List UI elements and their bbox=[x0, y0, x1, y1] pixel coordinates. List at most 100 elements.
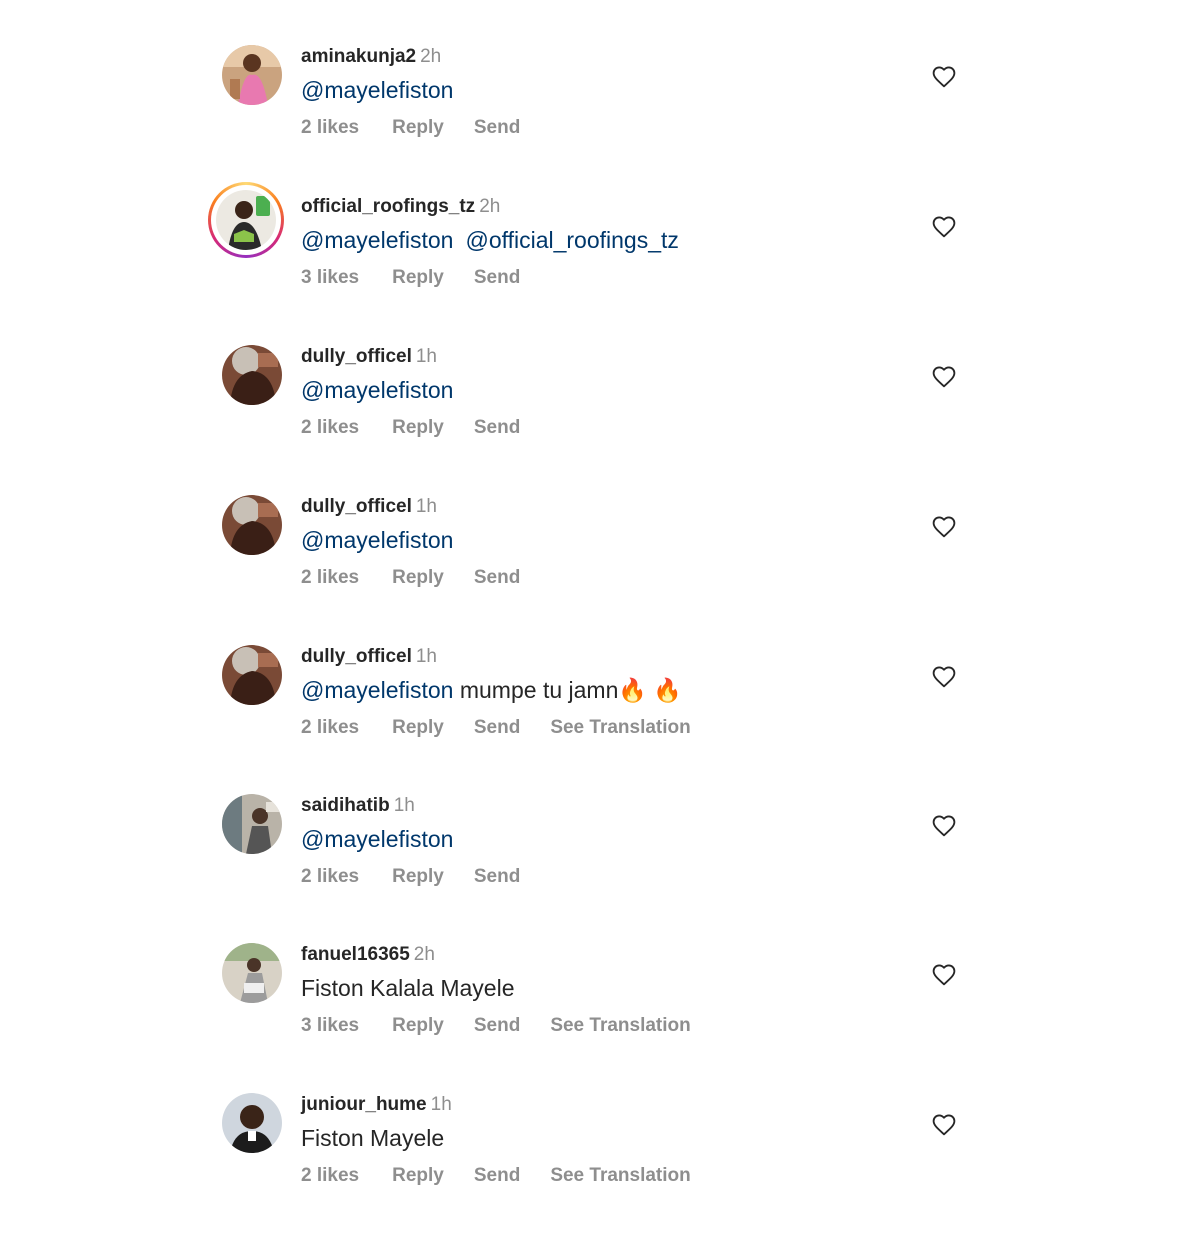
send-button[interactable]: Send bbox=[474, 716, 520, 740]
comment-item: official_roofings_tz 2h @mayelefiston @offi… bbox=[0, 182, 1200, 340]
reply-button[interactable]: Reply bbox=[392, 566, 444, 590]
see-translation-button[interactable]: See Translation bbox=[550, 1014, 690, 1038]
comment-actions: 2 likes Reply Send bbox=[301, 865, 550, 889]
likes-count[interactable]: 2 likes bbox=[301, 116, 359, 140]
comment-item: aminakunja2 2h @mayelefiston 2 likes Reply Se… bbox=[0, 40, 1200, 190]
comment-text: @mayelefiston bbox=[301, 525, 453, 555]
likes-count[interactable]: 3 likes bbox=[301, 1014, 359, 1038]
comment-item: dully_officel 1h @mayelefiston 2 likes Reply… bbox=[0, 490, 1200, 640]
reply-button[interactable]: Reply bbox=[392, 1164, 444, 1188]
comment-actions: 2 likes Reply Send See Translation bbox=[301, 716, 721, 740]
likes-count[interactable]: 3 likes bbox=[301, 266, 359, 290]
comment-meta: dully_officel 1h bbox=[301, 345, 437, 369]
comment-item: dully_officel 1h @mayelefiston 2 likes Reply… bbox=[0, 340, 1200, 490]
comment-text: @mayelefiston bbox=[301, 375, 453, 405]
comment-actions: 3 likes Reply Send See Translation bbox=[301, 1014, 721, 1038]
comment-text: @mayelefiston bbox=[301, 75, 453, 105]
likes-count[interactable]: 2 likes bbox=[301, 716, 359, 740]
comment-body-text: mumpe tu jamn🔥 🔥 bbox=[453, 677, 683, 703]
likes-count[interactable]: 2 likes bbox=[301, 865, 359, 889]
mention-link[interactable]: @mayelefiston bbox=[301, 527, 453, 553]
heart-outline-icon[interactable] bbox=[931, 1112, 957, 1138]
heart-outline-icon[interactable] bbox=[931, 664, 957, 690]
send-button[interactable]: Send bbox=[474, 566, 520, 590]
username-link[interactable]: saidihatib bbox=[301, 795, 390, 816]
mention-link[interactable]: @mayelefiston bbox=[301, 77, 453, 103]
comment-actions: 3 likes Reply Send bbox=[301, 266, 550, 290]
comment-meta: fanuel16365 2h bbox=[301, 943, 435, 967]
avatar-icon[interactable] bbox=[222, 495, 282, 555]
comment-item: juniour_hume 1h Fiston Mayele 2 likes Reply S… bbox=[0, 1088, 1200, 1238]
mention-link[interactable]: @mayelefiston bbox=[301, 377, 453, 403]
avatar-icon[interactable] bbox=[216, 190, 276, 250]
comment-text: @mayelefiston @official_roofings_tz bbox=[301, 225, 679, 255]
comment-meta: dully_officel 1h bbox=[301, 645, 437, 669]
mention-link[interactable]: @mayelefiston bbox=[301, 227, 453, 253]
comment-text: Fiston Mayele bbox=[301, 1123, 444, 1153]
timestamp: 1h bbox=[415, 346, 437, 367]
username-link[interactable]: dully_officel bbox=[301, 346, 412, 367]
comments-list: aminakunja2 2h @mayelefiston 2 likes Reply Se… bbox=[0, 0, 1200, 1200]
comment-actions: 2 likes Reply Send bbox=[301, 566, 550, 590]
comment-body-text: Fiston Kalala Mayele bbox=[301, 975, 515, 1001]
send-button[interactable]: Send bbox=[474, 1014, 520, 1038]
avatar-icon[interactable] bbox=[222, 943, 282, 1003]
likes-count[interactable]: 2 likes bbox=[301, 1164, 359, 1188]
see-translation-button[interactable]: See Translation bbox=[550, 716, 690, 740]
timestamp: 2h bbox=[479, 196, 501, 217]
comment-meta: dully_officel 1h bbox=[301, 495, 437, 519]
reply-button[interactable]: Reply bbox=[392, 865, 444, 889]
mention-link[interactable]: @official_roofings_tz bbox=[465, 227, 678, 253]
username-link[interactable]: fanuel16365 bbox=[301, 944, 410, 965]
comment-meta: aminakunja2 2h bbox=[301, 45, 441, 69]
comment-item: saidihatib 1h @mayelefiston 2 likes Reply Sen… bbox=[0, 789, 1200, 939]
comment-text: @mayelefiston bbox=[301, 824, 453, 854]
username-link[interactable]: official_roofings_tz bbox=[301, 196, 475, 217]
comment-item: fanuel16365 2h Fiston Kalala Mayele 3 likes… bbox=[0, 938, 1200, 1088]
likes-count[interactable]: 2 likes bbox=[301, 416, 359, 440]
timestamp: 1h bbox=[415, 496, 437, 517]
heart-outline-icon[interactable] bbox=[931, 64, 957, 90]
avatar-icon[interactable] bbox=[222, 45, 282, 105]
comment-meta: saidihatib 1h bbox=[301, 794, 415, 818]
send-button[interactable]: Send bbox=[474, 865, 520, 889]
send-button[interactable]: Send bbox=[474, 1164, 520, 1188]
heart-outline-icon[interactable] bbox=[931, 364, 957, 390]
avatar-icon[interactable] bbox=[222, 645, 282, 705]
reply-button[interactable]: Reply bbox=[392, 1014, 444, 1038]
timestamp: 2h bbox=[413, 944, 435, 965]
timestamp: 1h bbox=[415, 646, 437, 667]
story-ring[interactable] bbox=[208, 182, 284, 258]
timestamp: 2h bbox=[420, 46, 442, 67]
username-link[interactable]: juniour_hume bbox=[301, 1094, 427, 1115]
heart-outline-icon[interactable] bbox=[931, 214, 957, 240]
reply-button[interactable]: Reply bbox=[392, 716, 444, 740]
comment-meta: juniour_hume 1h bbox=[301, 1093, 452, 1117]
username-link[interactable]: dully_officel bbox=[301, 496, 412, 517]
heart-outline-icon[interactable] bbox=[931, 813, 957, 839]
comment-body-text: Fiston Mayele bbox=[301, 1125, 445, 1151]
send-button[interactable]: Send bbox=[474, 416, 520, 440]
send-button[interactable]: Send bbox=[474, 116, 520, 140]
comment-text: Fiston Kalala Mayele bbox=[301, 973, 515, 1003]
heart-outline-icon[interactable] bbox=[931, 962, 957, 988]
reply-button[interactable]: Reply bbox=[392, 416, 444, 440]
mention-link[interactable]: @mayelefiston bbox=[301, 826, 453, 852]
avatar-icon[interactable] bbox=[222, 794, 282, 854]
likes-count[interactable]: 2 likes bbox=[301, 566, 359, 590]
avatar-icon[interactable] bbox=[222, 1093, 282, 1153]
reply-button[interactable]: Reply bbox=[392, 266, 444, 290]
comment-actions: 2 likes Reply Send See Translation bbox=[301, 1164, 721, 1188]
send-button[interactable]: Send bbox=[474, 266, 520, 290]
mention-link[interactable]: @mayelefiston bbox=[301, 677, 453, 703]
username-link[interactable]: dully_officel bbox=[301, 646, 412, 667]
avatar-icon[interactable] bbox=[222, 345, 282, 405]
reply-button[interactable]: Reply bbox=[392, 116, 444, 140]
see-translation-button[interactable]: See Translation bbox=[550, 1164, 690, 1188]
username-link[interactable]: aminakunja2 bbox=[301, 46, 416, 67]
comment-actions: 2 likes Reply Send bbox=[301, 416, 550, 440]
comment-meta: official_roofings_tz 2h bbox=[301, 195, 500, 219]
timestamp: 1h bbox=[430, 1094, 452, 1115]
comment-text: @mayelefiston mumpe tu jamn🔥 🔥 bbox=[301, 675, 682, 705]
heart-outline-icon[interactable] bbox=[931, 514, 957, 540]
